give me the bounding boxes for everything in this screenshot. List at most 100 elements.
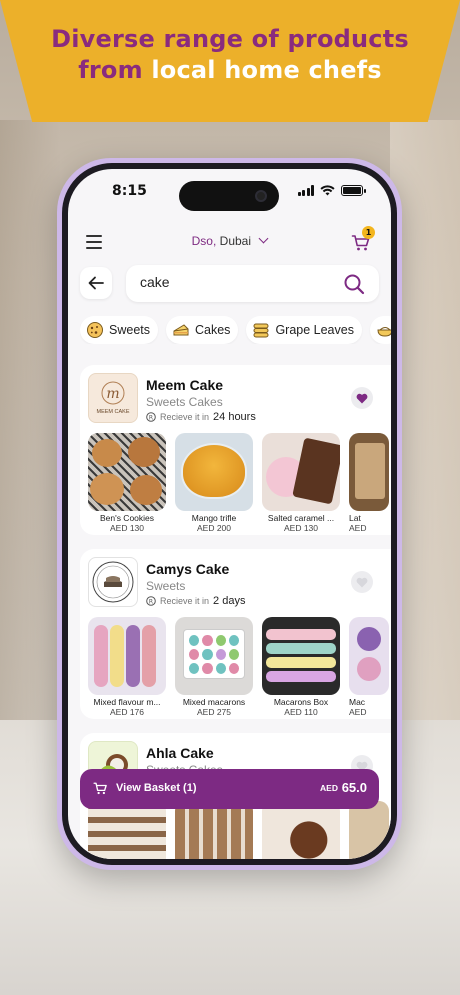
product-card[interactable]: Mac AED [349, 617, 389, 717]
product-carousel: Ben's Cookies AED 130 Mango trifle AED 2… [88, 433, 391, 533]
product-carousel [88, 801, 391, 859]
chevron-down-icon [258, 233, 269, 244]
product-price: AED [349, 523, 367, 533]
delivery-icon: R [146, 596, 156, 606]
store-name: Camys Cake [146, 561, 230, 577]
location-area: Dso, [191, 234, 217, 248]
chip-cakes[interactable]: Cakes [166, 316, 239, 344]
product-price: AED 110 [284, 707, 318, 717]
basket-label: View Basket (1) [116, 782, 197, 794]
store-logo: m MEEM CAKE [88, 373, 138, 423]
product-carousel: Mixed flavour m... AED 176 Mixed macaron… [88, 617, 391, 717]
basket-total: 65.0 [341, 780, 367, 795]
product-card[interactable]: Macarons Box AED 110 [262, 617, 340, 717]
cart-icon [93, 782, 107, 795]
svg-text:MEEM CAKE: MEEM CAKE [96, 409, 129, 415]
cake-icon [173, 324, 189, 336]
product-name: Mixed macarons [182, 697, 246, 707]
chip-more[interactable] [369, 316, 391, 344]
dynamic-island [179, 181, 279, 211]
product-card[interactable]: Mixed macarons AED 275 [175, 617, 253, 717]
favorite-button[interactable] [351, 571, 373, 593]
product-image-cookies [88, 433, 166, 511]
product-name: Mac [349, 697, 366, 707]
camys-cake-logo [92, 561, 134, 603]
product-image-macarons-box [262, 617, 340, 695]
location-selector[interactable]: Dso, Dubai [68, 233, 391, 248]
favorite-button[interactable] [351, 387, 373, 409]
grape-leaves-icon [253, 323, 269, 338]
promo-line2-part1: from [78, 56, 152, 84]
product-card[interactable]: Salted caramel ... AED 130 [262, 433, 340, 533]
heart-filled-icon [356, 393, 368, 403]
chip-label: Cakes [195, 323, 231, 337]
phone-bezel: 8:15 Dso, Dubai 1 cake Sweets Cakes Grap… [62, 163, 397, 865]
product-name: Mixed flavour m... [93, 697, 161, 707]
product-image-salted-caramel [262, 433, 340, 511]
product-card[interactable] [349, 801, 389, 859]
delivery-icon: R [146, 412, 156, 422]
product-name: Mango trifle [191, 513, 237, 523]
location-city: Dubai [219, 234, 252, 248]
product-card[interactable]: Mixed flavour m... AED 176 [88, 617, 166, 717]
eta-value: 2 days [213, 595, 246, 607]
product-card[interactable] [175, 801, 253, 859]
product-price: AED 200 [196, 523, 232, 533]
promo-headline-line1: Diverse range of products [51, 25, 409, 53]
store-name: Ahla Cake [146, 745, 214, 761]
product-price: AED 275 [196, 707, 232, 717]
chip-label: Sweets [109, 323, 150, 337]
product-card[interactable] [262, 801, 340, 859]
cart-count-badge: 1 [362, 226, 375, 239]
background-shelf [0, 120, 60, 720]
product-image-mango-trifle [175, 433, 253, 511]
dish-icon [377, 327, 391, 337]
cart-button[interactable]: 1 [351, 226, 375, 253]
product-card[interactable]: Ben's Cookies AED 130 [88, 433, 166, 533]
battery-icon [341, 185, 366, 196]
product-name: Ben's Cookies [99, 513, 155, 523]
store-card-camys-cake[interactable]: Camys Cake Sweets R Recieve it in 2 days [80, 549, 391, 719]
product-price: AED 130 [109, 523, 145, 533]
back-button[interactable] [80, 267, 112, 299]
product-image-mixed-macarons [175, 617, 253, 695]
chip-sweets[interactable]: Sweets [80, 316, 158, 344]
search-icon[interactable] [343, 273, 365, 295]
status-bar: 8:15 [68, 169, 391, 211]
search-field[interactable] [126, 265, 379, 302]
product-card[interactable]: Mango trifle AED 200 [175, 433, 253, 533]
status-time: 8:15 [112, 183, 147, 199]
product-image-mixed-flavour [88, 617, 166, 695]
chip-grape-leaves[interactable]: Grape Leaves [246, 316, 362, 344]
product-name: Lat [349, 513, 361, 523]
arrow-left-icon [88, 276, 104, 290]
search-row [80, 265, 379, 303]
app-header: Dso, Dubai 1 [68, 226, 391, 259]
status-icons [297, 185, 366, 196]
product-image [349, 801, 389, 859]
promo-headline-line2: from local home chefs [78, 55, 382, 86]
chip-label: Grape Leaves [275, 323, 354, 337]
product-image [262, 801, 340, 859]
product-image [88, 801, 166, 859]
app-screen: 8:15 Dso, Dubai 1 cake Sweets Cakes Grap… [68, 169, 391, 859]
product-card[interactable]: Lat AED [349, 433, 389, 533]
promo-line2-part2: local home chefs [151, 56, 382, 84]
svg-text:R: R [149, 598, 153, 605]
search-input[interactable] [140, 274, 320, 290]
product-price: AED 176 [109, 707, 145, 717]
heart-outline-icon [356, 577, 368, 587]
product-price: AED [349, 707, 367, 717]
product-image-latte [349, 433, 389, 511]
phone-frame: 8:15 Dso, Dubai 1 cake Sweets Cakes Grap… [57, 158, 402, 870]
store-card-meem-cake[interactable]: m MEEM CAKE Meem Cake Sweets Cakes R Rec… [80, 365, 391, 535]
eta-value: 24 hours [213, 411, 256, 423]
product-name: Salted caramel ... [267, 513, 335, 523]
basket-currency: AED [320, 783, 338, 793]
wifi-icon [320, 185, 335, 196]
product-card[interactable] [88, 801, 166, 859]
camera-icon [255, 190, 267, 202]
view-basket-button[interactable]: View Basket (1) AED 65.0 [80, 769, 379, 809]
category-chips: Sweets Cakes Grape Leaves [80, 316, 391, 344]
eta-prefix: Recieve it in [160, 412, 210, 422]
